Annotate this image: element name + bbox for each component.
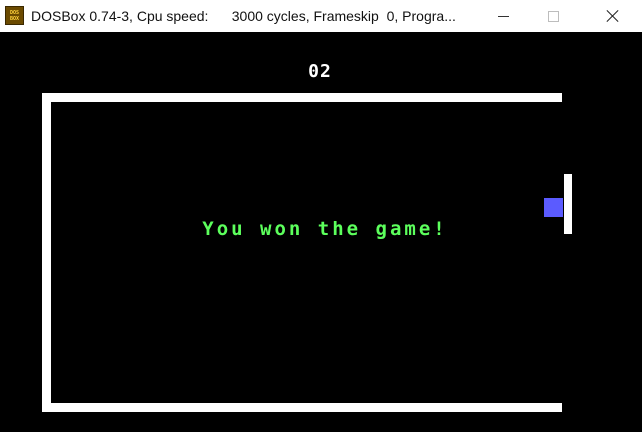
top-wall <box>42 93 562 102</box>
maximize-icon <box>547 10 559 22</box>
left-wall <box>42 93 51 412</box>
ball <box>544 198 563 217</box>
game-screen[interactable]: 02 You won the game! <box>0 32 642 432</box>
icon-text-bottom: BOX <box>9 15 20 22</box>
dosbox-window: DOS BOX DOSBox 0.74-3, Cpu speed: 3000 c… <box>0 0 642 432</box>
bottom-wall <box>42 403 562 412</box>
win-message: You won the game! <box>202 218 448 240</box>
score-counter: 02 <box>308 61 332 82</box>
title-bar[interactable]: DOS BOX DOSBox 0.74-3, Cpu speed: 3000 c… <box>0 0 642 32</box>
dosbox-icon[interactable]: DOS BOX <box>5 6 24 25</box>
maximize-button[interactable] <box>530 0 576 32</box>
close-icon <box>607 10 619 22</box>
minimize-icon <box>497 15 509 17</box>
minimize-button[interactable] <box>480 0 526 32</box>
player-paddle <box>564 174 572 234</box>
window-title: DOSBox 0.74-3, Cpu speed: 3000 cycles, F… <box>31 8 456 24</box>
close-button[interactable] <box>590 0 636 32</box>
